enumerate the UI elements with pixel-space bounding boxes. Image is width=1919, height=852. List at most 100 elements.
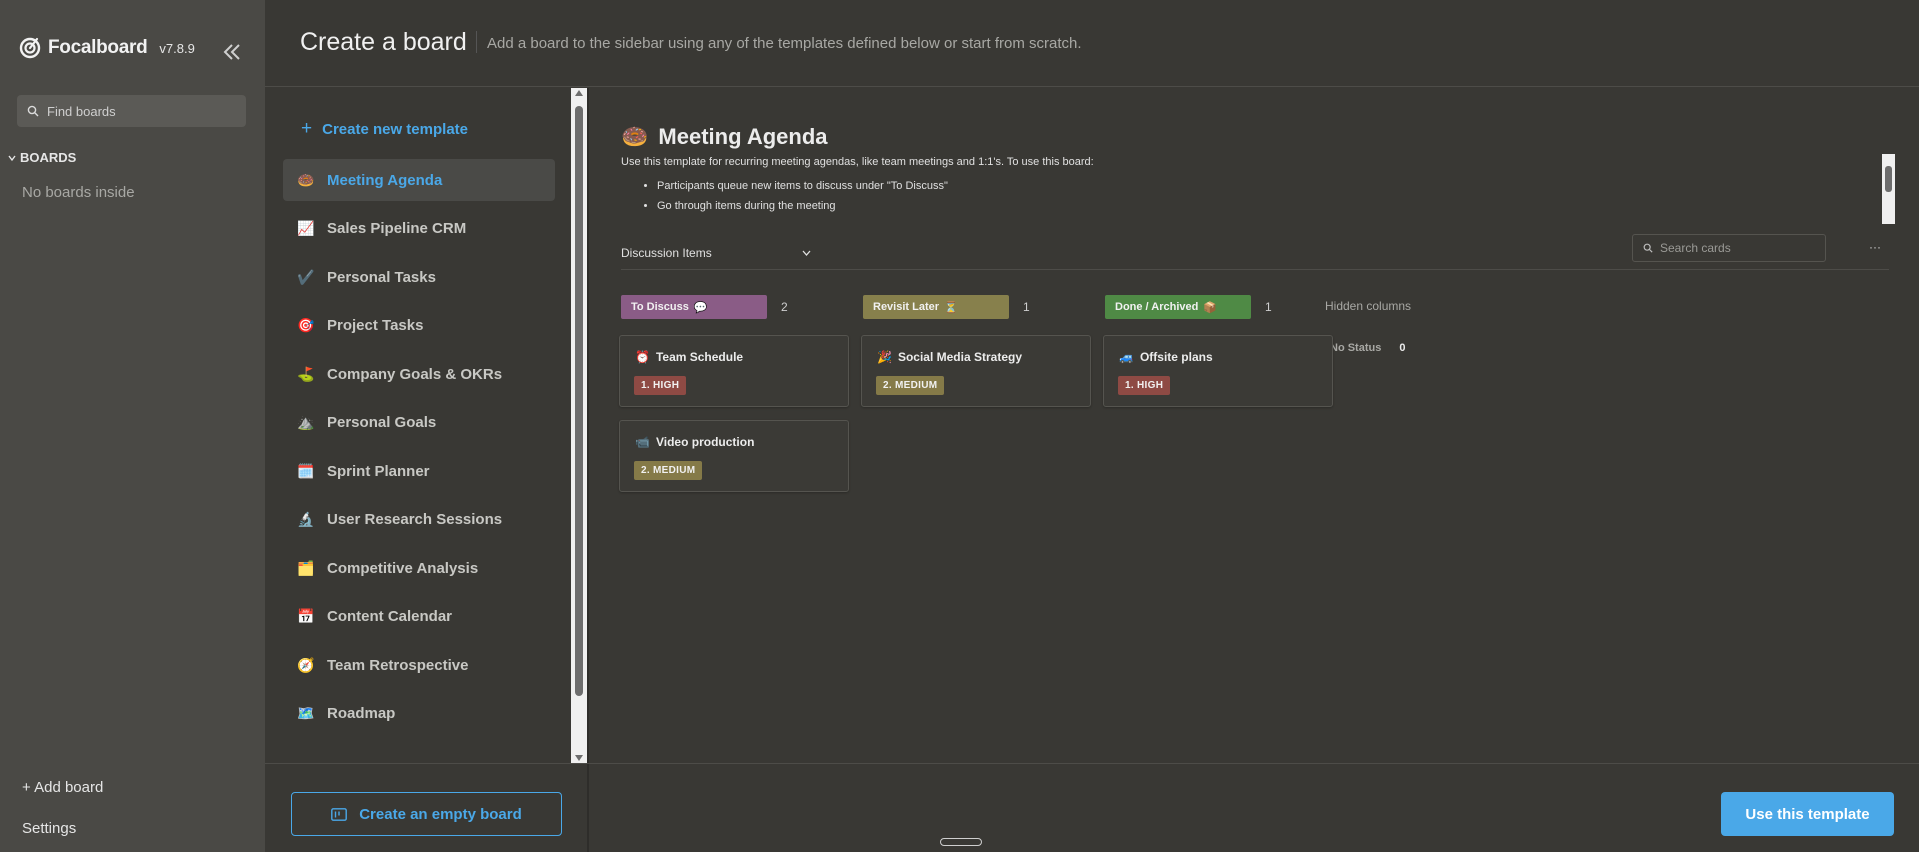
template-item-team-retrospective[interactable]: 🧭 Team Retrospective <box>283 644 555 686</box>
chevron-down-icon <box>8 155 16 161</box>
scroll-down-arrow-icon[interactable] <box>575 755 583 761</box>
use-this-template-button[interactable]: Use this template <box>1721 792 1894 836</box>
box-icon: 📦 <box>1203 301 1218 314</box>
preview-title-text: Meeting Agenda <box>658 124 828 149</box>
description-bullet: Go through items during the meeting <box>657 200 1881 212</box>
boards-section-header[interactable]: BOARDS <box>8 150 76 165</box>
brand-name: Focalboard <box>48 37 148 58</box>
description-scrollbar[interactable] <box>1882 154 1895 224</box>
find-boards-input[interactable] <box>47 103 227 119</box>
collapse-sidebar-icon[interactable] <box>220 40 244 64</box>
column-label: Done / Archived 📦 <box>1105 295 1251 319</box>
scroll-thumb[interactable] <box>1885 166 1892 192</box>
card-offsite-plans[interactable]: 🚙 Offsite plans 1. HIGH <box>1103 335 1333 407</box>
page-subtitle: Add a board to the sidebar using any of … <box>487 35 1082 52</box>
card-social-media-strategy[interactable]: 🎉 Social Media Strategy 2. MEDIUM <box>861 335 1091 407</box>
brand-version: v7.8.9 <box>159 40 195 56</box>
video-camera-icon: 📹 <box>635 435 650 449</box>
search-cards-input[interactable]: Search cards <box>1632 234 1826 262</box>
template-item-project-tasks[interactable]: 🎯 Project Tasks <box>283 304 555 346</box>
card-title: 🚙 Offsite plans <box>1119 350 1213 364</box>
speech-bubble-icon: 💬 <box>693 301 708 314</box>
no-status-column[interactable]: No Status 0 <box>1330 342 1405 354</box>
dialog-footer: Create an empty board Use this template <box>265 763 1919 852</box>
template-item-label: Company Goals & OKRs <box>327 365 503 383</box>
card-title: 📹 Video production <box>635 435 754 449</box>
microscope-icon: 🔬 <box>297 510 315 527</box>
pane-divider <box>587 764 589 852</box>
donut-icon: 🍩 <box>621 124 649 149</box>
template-item-label: Sprint Planner <box>327 462 430 480</box>
car-icon: 🚙 <box>1119 350 1134 364</box>
template-item-roadmap[interactable]: 🗺️ Roadmap <box>283 692 555 734</box>
template-item-sprint-planner[interactable]: 🗓️ Sprint Planner <box>283 450 555 492</box>
card-title: ⏰ Team Schedule <box>635 350 743 364</box>
chevron-down-icon <box>802 250 811 256</box>
search-cards-placeholder: Search cards <box>1660 241 1731 255</box>
template-item-label: Team Retrospective <box>327 656 469 674</box>
find-boards-box[interactable] <box>17 95 246 127</box>
sidebar: Focalboard v7.8.9 BOARDS No boards insid… <box>0 0 265 852</box>
template-item-competitive-analysis[interactable]: 🗂️ Competitive Analysis <box>283 547 555 589</box>
column-header-done-archived[interactable]: Done / Archived 📦 1 <box>1105 295 1272 319</box>
card-video-production[interactable]: 📹 Video production 2. MEDIUM <box>619 420 849 492</box>
page-title: Create a board <box>300 28 467 56</box>
search-icon <box>27 105 39 117</box>
template-item-content-calendar[interactable]: 📅 Content Calendar <box>283 595 555 637</box>
column-label: Revisit Later ⏳ <box>863 295 1009 319</box>
board-icon <box>331 807 348 821</box>
template-item-company-goals[interactable]: ⛳ Company Goals & OKRs <box>283 353 555 395</box>
donut-icon: 🍩 <box>297 171 315 188</box>
resize-handle[interactable] <box>940 838 982 846</box>
preview-title: 🍩 Meeting Agenda <box>621 124 828 150</box>
template-item-label: Content Calendar <box>327 607 453 625</box>
folder-icon: 🗂️ <box>297 559 315 576</box>
hourglass-icon: ⏳ <box>944 301 958 314</box>
map-icon: 🗺️ <box>297 704 315 721</box>
more-options-icon[interactable]: ··· <box>1869 240 1881 254</box>
column-label-text: To Discuss <box>631 301 689 313</box>
calendar-icon: 📅 <box>297 607 315 624</box>
alarm-clock-icon: ⏰ <box>635 350 650 364</box>
priority-badge: 1. HIGH <box>634 376 687 395</box>
template-item-meeting-agenda[interactable]: 🍩 Meeting Agenda <box>283 159 555 201</box>
scroll-thumb[interactable] <box>575 106 583 696</box>
card-title-text: Video production <box>655 435 755 449</box>
party-popper-icon: 🎉 <box>877 350 892 364</box>
template-item-sales-pipeline-crm[interactable]: 📈 Sales Pipeline CRM <box>283 207 555 249</box>
view-name-label: Discussion Items <box>621 246 712 260</box>
create-new-template-button[interactable]: + Create new template <box>301 118 468 140</box>
column-header-to-discuss[interactable]: To Discuss 💬 2 <box>621 295 788 319</box>
calendar-icon: 🗓️ <box>297 462 315 479</box>
compass-icon: 🧭 <box>297 656 315 673</box>
template-item-label: Competitive Analysis <box>327 559 479 577</box>
checkmark-icon: ✔️ <box>297 268 315 285</box>
no-status-label: No Status <box>1330 342 1382 354</box>
scroll-up-arrow-icon[interactable] <box>575 90 583 96</box>
view-selector[interactable]: Discussion Items <box>621 246 811 260</box>
template-item-personal-tasks[interactable]: ✔️ Personal Tasks <box>283 256 555 298</box>
priority-badge: 2. MEDIUM <box>634 461 703 480</box>
column-count: 1 <box>1265 300 1272 314</box>
card-team-schedule[interactable]: ⏰ Team Schedule 1. HIGH <box>619 335 849 407</box>
create-empty-board-button[interactable]: Create an empty board <box>291 792 562 836</box>
template-item-label: Sales Pipeline CRM <box>327 219 467 237</box>
card-title-text: Social Media Strategy <box>897 350 1022 364</box>
template-item-label: User Research Sessions <box>327 510 503 528</box>
description-list: Participants queue new items to discuss … <box>621 180 1881 212</box>
golf-flag-icon: ⛳ <box>297 365 315 382</box>
column-count: 2 <box>781 300 788 314</box>
template-list-scrollbar[interactable] <box>571 88 587 763</box>
column-label: To Discuss 💬 <box>621 295 767 319</box>
column-header-revisit-later[interactable]: Revisit Later ⏳ 1 <box>863 295 1030 319</box>
target-icon: 🎯 <box>297 316 315 333</box>
template-item-personal-goals[interactable]: ⛰️ Personal Goals <box>283 401 555 443</box>
template-preview: 🍩 Meeting Agenda Use this template for r… <box>589 88 1919 763</box>
hidden-columns-label: Hidden columns <box>1325 299 1412 313</box>
card-title: 🎉 Social Media Strategy <box>877 350 1022 364</box>
template-item-user-research[interactable]: 🔬 User Research Sessions <box>283 498 555 540</box>
create-new-template-label: Create new template <box>322 120 468 138</box>
no-status-count: 0 <box>1399 342 1406 354</box>
settings-button[interactable]: Settings <box>22 820 76 837</box>
add-board-button[interactable]: + Add board <box>22 779 103 796</box>
